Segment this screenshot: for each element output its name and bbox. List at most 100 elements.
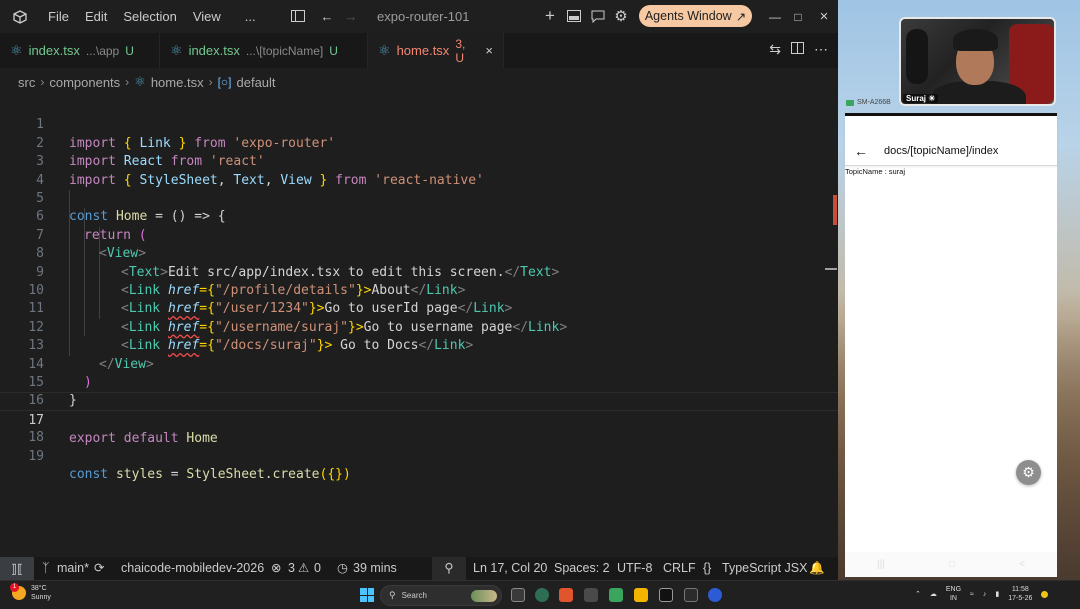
phone-screen-title: docs/[topicName]/index: [884, 145, 999, 157]
tab-status: U: [329, 43, 338, 58]
breadcrumb-symbol[interactable]: default: [237, 75, 276, 90]
code-line: 5 const Home = () => {: [0, 172, 838, 224]
error-count[interactable]: 3: [288, 557, 295, 580]
tab-app-index[interactable]: ⚛ index.tsx ...\app U: [0, 33, 160, 68]
layout-panel-icon[interactable]: [566, 8, 582, 24]
code-line: 1 import { Link } from 'expo-router': [0, 98, 838, 150]
recents-icon[interactable]: |||: [877, 559, 885, 570]
branch-name[interactable]: main*: [57, 557, 89, 580]
chevron-right-icon: ›: [40, 75, 45, 89]
indentation[interactable]: Spaces: 2: [554, 557, 610, 580]
sun-icon: 1: [10, 583, 26, 600]
clock-date: 17-5-26: [1008, 595, 1033, 602]
more-actions-icon[interactable]: ⋯: [814, 41, 828, 58]
line-ending[interactable]: CRLF: [663, 557, 696, 580]
zoom-app-icon[interactable]: [708, 588, 722, 602]
tab-status: U: [125, 43, 134, 58]
settings-gear-icon[interactable]: ⚙: [613, 8, 629, 25]
back-arrow-icon[interactable]: ←: [854, 143, 868, 159]
file-explorer-icon[interactable]: [634, 588, 648, 602]
compare-changes-icon[interactable]: ⇆: [769, 41, 781, 58]
session-time[interactable]: 39 mins: [353, 557, 397, 580]
clock[interactable]: 11:58 17-5-26: [1008, 585, 1032, 603]
app-icon[interactable]: [584, 588, 598, 602]
terminal-icon[interactable]: [684, 588, 698, 602]
chevron-right-icon: ›: [125, 75, 130, 89]
toggle-sidebar-icon[interactable]: [290, 8, 306, 24]
wifi-icon[interactable]: ≈: [970, 591, 974, 598]
status-bar: ⟧⟦ ᛉ main* ⟳ chaicode-mobiledev-2026 ⊗ 3…: [0, 557, 838, 580]
menu-selection[interactable]: Selection: [115, 0, 184, 33]
back-arrow-icon[interactable]: ←: [319, 8, 335, 24]
cloud-icon[interactable]: ☁: [930, 590, 937, 598]
menu-more[interactable]: ...: [237, 0, 264, 33]
code-line: 12 <Link href={"/docs/suraj"}> Go to Doc…: [0, 300, 838, 353]
code-line: 3 import { StyleSheet, Text, View } from…: [0, 135, 838, 187]
close-tab-icon[interactable]: ×: [485, 43, 493, 58]
code-line: 11 <Link href={"/username/suraj"}>Go to …: [0, 282, 838, 334]
language-indicator[interactable]: ENG IN: [946, 585, 961, 603]
android-icon[interactable]: [609, 588, 623, 602]
scrollbar-cursor-marker: [825, 268, 837, 270]
code-line: 19 const styles = StyleSheet.create({}): [0, 429, 838, 482]
tray-overflow-icon[interactable]: ⌃: [915, 590, 921, 598]
webcam-name-label: Suraj ☀: [903, 94, 939, 103]
code-token: styles: [115, 467, 163, 482]
vscode-taskbar-icon[interactable]: [659, 588, 673, 602]
windows-taskbar: 1 38°C Sunny ⚲ Search ⌃ ☁ ENG IN ≈ ♪ ▮ 1…: [0, 580, 1080, 609]
code-line: 2 import React from 'react': [0, 116, 838, 169]
split-editor-icon[interactable]: [791, 41, 804, 58]
search-highlight-icon: [471, 589, 497, 602]
code-line: 6 return (: [0, 190, 838, 242]
breadcrumb-src[interactable]: src: [18, 75, 35, 90]
remote-indicator-icon[interactable]: ⟧⟦: [0, 557, 34, 580]
taskbar-search[interactable]: ⚲ Search: [380, 585, 502, 606]
notification-dot-icon[interactable]: [1041, 590, 1049, 598]
forward-arrow-icon[interactable]: →: [343, 8, 359, 24]
device-name: SM-A266B: [857, 99, 891, 106]
chat-icon[interactable]: [590, 8, 606, 24]
home-icon[interactable]: □: [949, 559, 955, 570]
zoom-search-icon[interactable]: ⚲: [432, 557, 466, 580]
tab-home[interactable]: ⚛ home.tsx 3, U ×: [368, 33, 504, 68]
add-icon[interactable]: +: [542, 6, 558, 25]
battery-icon[interactable]: ▮: [995, 590, 999, 598]
code-line-current: 17 export default Home: [0, 392, 838, 446]
back-icon[interactable]: <: [1019, 559, 1025, 570]
settings-gear-icon[interactable]: ⚙: [1016, 460, 1041, 485]
menu-file[interactable]: File: [40, 0, 77, 33]
webcam-person-hair: [953, 29, 998, 51]
phone-mirror-window: ← docs/[topicName]/index TopicName : sur…: [845, 113, 1057, 577]
warning-icon: ⚠: [298, 561, 310, 575]
windows-start-icon[interactable]: [360, 588, 374, 602]
menu-edit[interactable]: Edit: [77, 0, 115, 33]
breadcrumb-file[interactable]: home.tsx: [151, 75, 204, 90]
code-line: 10 <Link href={"/user/1234"}>Go to userI…: [0, 264, 838, 316]
code-token: StyleSheet: [186, 467, 265, 482]
brave-browser-icon[interactable]: [559, 588, 573, 602]
cursor-position[interactable]: Ln 17, Col 20: [473, 557, 547, 580]
sync-icon[interactable]: ⟳: [94, 557, 104, 580]
maximize-button[interactable]: □: [784, 0, 812, 33]
code-token: create: [272, 467, 320, 482]
notification-bell-icon[interactable]: 🔔: [809, 557, 825, 580]
volume-icon[interactable]: ♪: [983, 591, 987, 598]
code-line: 4: [0, 153, 838, 188]
scrollbar-error-marker: [833, 195, 837, 225]
menu-view[interactable]: View: [185, 0, 229, 33]
edge-browser-icon[interactable]: [535, 588, 549, 602]
task-view-icon[interactable]: [511, 588, 525, 602]
warning-count[interactable]: 0: [314, 557, 321, 580]
repo-name[interactable]: chaicode-mobiledev-2026: [121, 557, 264, 580]
topic-name-text: TopicName : suraj: [845, 167, 906, 176]
error-icon: ⊗: [271, 561, 282, 575]
encoding[interactable]: UTF-8: [617, 557, 652, 580]
tab-topicname-index[interactable]: ⚛ index.tsx ...\[topicName] U: [160, 33, 368, 68]
agents-window-button[interactable]: Agents Window ↗: [639, 5, 752, 27]
agents-window-label: Agents Window: [644, 9, 732, 23]
language-mode[interactable]: TypeScript JSX: [722, 557, 807, 580]
breadcrumb-components[interactable]: components: [49, 75, 120, 90]
close-window-button[interactable]: ×: [810, 0, 838, 33]
weather-widget[interactable]: 1 38°C Sunny: [10, 583, 51, 602]
code-editor[interactable]: 1 import { Link } from 'expo-router' 2 i…: [0, 98, 838, 554]
